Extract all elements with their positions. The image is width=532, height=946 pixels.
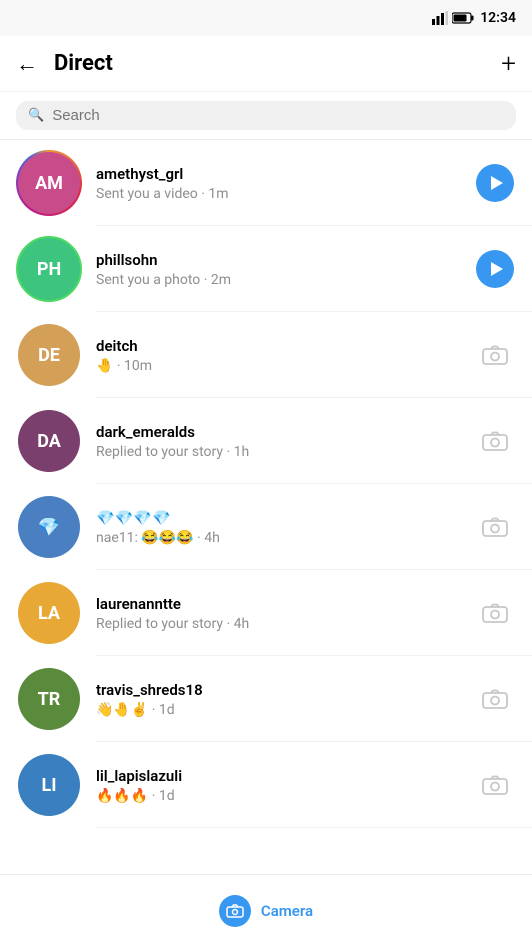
camera-icon [481,430,509,452]
message-preview: Replied to your story · 1h [96,444,474,460]
page-title: Direct [54,51,113,76]
search-bar: 🔍 [0,92,532,140]
message-preview: Replied to your story · 4h [96,616,474,632]
message-username: phillsohn [96,251,474,269]
message-content: dark_emeralds Replied to your story · 1h [96,423,474,460]
bottom-bar[interactable]: Camera [0,874,532,946]
status-icons [432,11,474,25]
status-bar: 12:34 [0,0,532,36]
avatar: AM [16,150,82,216]
message-username: amethyst_grl [96,165,474,183]
list-item[interactable]: TR travis_shreds18 👋🤚✌ · 1d [0,656,532,742]
camera-icon [481,516,509,538]
avatar: PH [16,236,82,302]
message-content: laurenanntte Replied to your story · 4h [96,595,474,632]
camera-icon [481,602,509,624]
message-preview: 🤚 · 10m [96,358,474,374]
avatar: TR [16,666,82,732]
message-username: deitch [96,337,474,355]
avatar: 💎 [16,494,82,560]
camera-svg [226,904,244,918]
message-username: 💎💎💎💎 [96,509,474,527]
list-item[interactable]: 💎💎💎💎💎nae11: 😂😂😂 · 4h [0,484,532,570]
list-item[interactable]: AM amethyst_grl Sent you a video · 1m [0,140,532,226]
message-content: phillsohn Sent you a photo · 2m [96,251,474,288]
avatar: DA [16,408,82,474]
avatar: DE [16,322,82,388]
message-preview: nae11: 😂😂😂 · 4h [96,530,474,546]
list-item[interactable]: DA dark_emeralds Replied to your story · 1… [0,398,532,484]
message-username: dark_emeralds [96,423,474,441]
message-username: lil_lapislazuli [96,767,474,785]
camera-icon [481,688,509,710]
add-button[interactable]: + [501,51,516,77]
play-button[interactable] [476,250,514,288]
message-username: laurenanntte [96,595,474,613]
play-icon [491,262,503,276]
message-preview: 👋🤚✌ · 1d [96,702,474,718]
camera-icon [481,774,509,796]
camera-label: Camera [261,902,313,920]
camera-icon [481,344,509,366]
search-input[interactable] [52,107,504,124]
signal-icon [432,11,448,25]
back-button[interactable]: ← [16,51,38,77]
message-content: lil_lapislazuli 🔥🔥🔥 · 1d [96,767,474,804]
message-preview: 🔥🔥🔥 · 1d [96,788,474,804]
message-content: deitch 🤚 · 10m [96,337,474,374]
message-preview: Sent you a video · 1m [96,186,474,202]
message-preview: Sent you a photo · 2m [96,272,474,288]
nav-bar: ← Direct + [0,36,532,92]
status-time: 12:34 [480,10,516,26]
search-input-wrap[interactable]: 🔍 [16,101,516,130]
message-list: AM amethyst_grl Sent you a video · 1m PH phi… [0,140,532,874]
message-content: 💎💎💎💎 nae11: 😂😂😂 · 4h [96,509,474,546]
list-item[interactable]: LI lil_lapislazuli 🔥🔥🔥 · 1d [0,742,532,828]
play-button[interactable] [476,164,514,202]
play-icon [491,176,503,190]
search-icon: 🔍 [28,108,44,123]
camera-icon [219,895,251,927]
avatar: LI [16,752,82,818]
message-content: amethyst_grl Sent you a video · 1m [96,165,474,202]
message-username: travis_shreds18 [96,681,474,699]
list-item[interactable]: DE deitch 🤚 · 10m [0,312,532,398]
list-item[interactable]: PH phillsohn Sent you a photo · 2m [0,226,532,312]
avatar: LA [16,580,82,646]
list-item[interactable]: LA laurenanntte Replied to your story · 4h [0,570,532,656]
battery-icon [452,12,474,24]
message-content: travis_shreds18 👋🤚✌ · 1d [96,681,474,718]
nav-left: ← Direct [16,51,113,77]
